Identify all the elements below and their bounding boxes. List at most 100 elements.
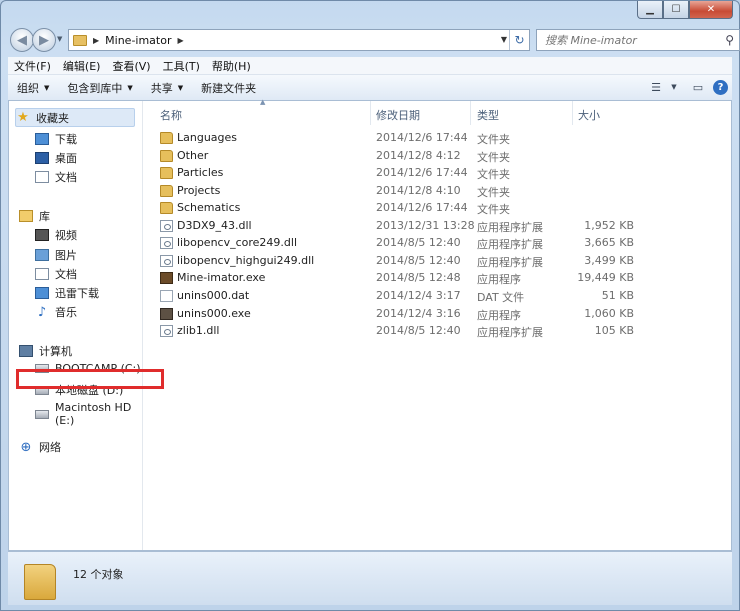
file-type: 应用程序扩展 (477, 221, 543, 234)
desktop-icon (35, 152, 49, 164)
refresh-icon: ↻ (514, 33, 525, 47)
nav-libraries[interactable]: 库 (19, 208, 50, 224)
address-bar[interactable]: ▶ Mine-imator ▶ ▼ ↻ (68, 29, 530, 51)
forward-arrow-icon: ▶ (39, 32, 49, 48)
file-row[interactable]: Particles 2014/12/6 17:44 文件夹 (150, 164, 650, 181)
back-arrow-icon: ◀ (17, 32, 27, 48)
menu-edit[interactable]: 编辑(E) (57, 58, 107, 74)
column-divider[interactable] (572, 101, 573, 125)
highlight-box (16, 369, 164, 389)
chevron-down-icon[interactable]: ▼ (665, 79, 683, 95)
nav-drive-e[interactable]: Macintosh HD (E:) (35, 401, 142, 427)
file-modified: 2013/12/31 13:28 (376, 219, 475, 232)
folder-icon (73, 34, 87, 46)
file-size: 19,449 KB (577, 271, 634, 284)
nav-lib-documents[interactable]: 文档 (35, 266, 77, 282)
nav-item-label: 文档 (55, 171, 77, 184)
breadcrumb-mine-imator[interactable]: Mine-imator (105, 34, 171, 47)
file-row[interactable]: libopencv_highgui249.dll 2014/8/5 12:40 … (150, 252, 650, 269)
toolbar-right: ☰ ▼ ▭ ? (641, 79, 728, 95)
nav-network[interactable]: ⊕ 网络 (19, 439, 61, 455)
recent-pages-dropdown[interactable]: ▼ (57, 35, 62, 43)
file-name: libopencv_highgui249.dll (177, 254, 315, 267)
column-type[interactable]: 类型 (477, 107, 499, 123)
nav-computer[interactable]: 计算机 (19, 343, 72, 359)
share-button[interactable]: 共享 ▼ (142, 80, 192, 96)
nav-desktop[interactable]: 桌面 (35, 150, 77, 166)
menu-file[interactable]: 文件(F) (8, 58, 57, 74)
include-library-label: 包含到库中 (67, 81, 123, 95)
file-row[interactable]: Languages 2014/12/6 17:44 文件夹 (150, 129, 650, 146)
nav-thunder-downloads[interactable]: 迅雷下载 (35, 285, 99, 301)
file-name-cell: Other (160, 149, 208, 162)
menu-view[interactable]: 查看(V) (106, 58, 156, 74)
file-name: Languages (177, 131, 238, 144)
file-row[interactable]: Projects 2014/12/8 4:10 文件夹 (150, 182, 650, 199)
column-divider[interactable] (470, 101, 471, 125)
file-row[interactable]: Schematics 2014/12/6 17:44 文件夹 (150, 199, 650, 216)
include-library-button[interactable]: 包含到库中 ▼ (58, 80, 141, 96)
file-row[interactable]: D3DX9_43.dll 2013/12/31 13:28 应用程序扩展 1,9… (150, 217, 650, 234)
refresh-button[interactable]: ↻ (509, 30, 529, 50)
file-row[interactable]: Other 2014/12/8 4:12 文件夹 (150, 147, 650, 164)
breadcrumb-separator-icon[interactable]: ▶ (178, 36, 184, 45)
nav-documents[interactable]: 文档 (35, 169, 77, 185)
command-bar: 组织 ▼ 包含到库中 ▼ 共享 ▼ 新建文件夹 ☰ ▼ ▭ ? (8, 75, 732, 101)
file-type: 应用程序 (477, 309, 521, 322)
nav-item-label: 桌面 (55, 152, 77, 165)
nav-favorites-label: 收藏夹 (36, 111, 69, 125)
file-row[interactable]: unins000.dat 2014/12/4 3:17 DAT 文件 51 KB (150, 287, 650, 304)
file-size: 3,665 KB (584, 236, 634, 249)
nav-computer-label: 计算机 (39, 345, 72, 358)
file-type: 文件夹 (477, 186, 510, 199)
documents-icon (35, 268, 49, 280)
file-name: Other (177, 149, 209, 162)
file-name-cell: unins000.exe (160, 307, 251, 320)
downloads-icon (35, 287, 49, 299)
search-box[interactable]: ⚲ (536, 29, 740, 51)
file-name-cell: Mine-imator.exe (160, 271, 265, 284)
file-name-cell: D3DX9_43.dll (160, 219, 252, 232)
file-name-cell: Schematics (160, 201, 240, 214)
file-name: unins000.exe (177, 307, 251, 320)
nav-pictures[interactable]: 图片 (35, 247, 77, 263)
file-modified: 2014/12/6 17:44 (376, 201, 468, 214)
column-size[interactable]: 大小 (578, 107, 600, 123)
folder-icon (160, 149, 173, 162)
preview-pane-icon[interactable]: ▭ (689, 79, 707, 95)
help-icon[interactable]: ? (713, 79, 728, 95)
column-modified[interactable]: 修改日期 (376, 107, 420, 123)
file-row[interactable]: unins000.exe 2014/12/4 3:16 应用程序 1,060 K… (150, 305, 650, 322)
nav-videos[interactable]: 视频 (35, 227, 77, 243)
search-input[interactable] (537, 30, 717, 50)
back-button[interactable]: ◀ (10, 28, 34, 52)
nav-downloads[interactable]: 下载 (35, 131, 77, 147)
column-headers: ▲ 名称 修改日期 类型 大小 (150, 98, 640, 125)
folder-icon (24, 564, 56, 600)
menu-help[interactable]: 帮助(H) (206, 58, 257, 74)
search-icon[interactable]: ⚲ (725, 33, 734, 47)
nav-favorites[interactable]: ★ 收藏夹 (15, 108, 135, 127)
file-name-cell: Languages (160, 131, 237, 144)
folder-icon (160, 131, 173, 144)
maximize-button[interactable]: ☐ (663, 1, 689, 19)
new-folder-label: 新建文件夹 (201, 81, 257, 95)
column-divider[interactable] (370, 101, 371, 125)
close-button[interactable]: ✕ (689, 1, 733, 19)
file-row[interactable]: Mine-imator.exe 2014/8/5 12:48 应用程序 19,4… (150, 269, 650, 286)
organize-button[interactable]: 组织 ▼ (8, 80, 58, 96)
view-options-icon[interactable]: ☰ (647, 79, 665, 95)
address-dropdown-icon[interactable]: ▼ (501, 35, 507, 44)
file-row[interactable]: libopencv_core249.dll 2014/8/5 12:40 应用程… (150, 234, 650, 251)
file-size: 51 KB (601, 289, 634, 302)
forward-button[interactable]: ▶ (32, 28, 56, 52)
menu-tools[interactable]: 工具(T) (157, 58, 206, 74)
videos-icon (35, 229, 49, 241)
column-name[interactable]: 名称 (160, 107, 182, 123)
minimize-button[interactable]: ▁ (637, 1, 663, 19)
new-folder-button[interactable]: 新建文件夹 (192, 80, 265, 96)
file-name: unins000.dat (177, 289, 250, 302)
nav-music[interactable]: ♪ 音乐 (35, 304, 77, 320)
file-row[interactable]: zlib1.dll 2014/8/5 12:40 应用程序扩展 105 KB (150, 322, 650, 339)
breadcrumb-separator-icon[interactable]: ▶ (93, 36, 99, 45)
